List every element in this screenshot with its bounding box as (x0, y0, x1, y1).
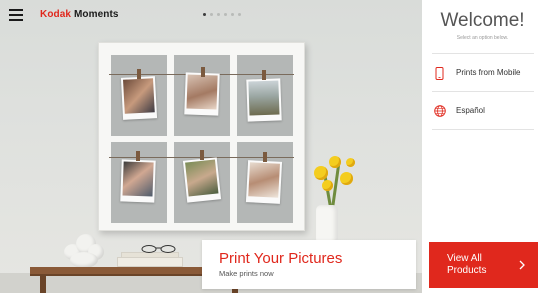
carousel-dot[interactable] (231, 13, 234, 16)
chevron-right-icon (519, 260, 525, 270)
print-card-title: Print Your Pictures (219, 250, 343, 267)
divider (432, 129, 534, 130)
glasses-decoration (141, 245, 176, 253)
flower-decoration (296, 150, 366, 212)
photo-frame-image (98, 42, 305, 231)
espanol-option[interactable]: Español (432, 92, 534, 130)
logo-brand: Kodak (40, 9, 72, 20)
view-all-products-label: View All Products (447, 253, 487, 276)
kodak-moments-logo[interactable]: Kodak Moments (40, 9, 119, 20)
hamburger-menu-icon[interactable] (9, 9, 23, 21)
coral-decoration (58, 226, 108, 268)
view-all-products-button[interactable]: View All Products (429, 242, 538, 288)
logo-product: Moments (73, 9, 119, 20)
carousel-dots (203, 13, 241, 17)
book-decoration (117, 257, 183, 267)
welcome-subtitle: Select an option below. (456, 35, 509, 41)
espanol-label: Español (456, 106, 485, 115)
hero-banner: Kodak Moments Print Your Pictures Make p… (0, 0, 422, 293)
carousel-dot[interactable] (203, 13, 206, 16)
top-bar: Kodak Moments (0, 0, 422, 30)
carousel-dot[interactable] (238, 13, 241, 16)
print-card-subtitle: Make prints now (219, 269, 274, 278)
welcome-title: Welcome! (440, 10, 525, 31)
carousel-dot[interactable] (217, 13, 220, 16)
prints-from-mobile-option[interactable]: Prints from Mobile (432, 54, 534, 92)
carousel-dot[interactable] (224, 13, 227, 16)
print-your-pictures-card[interactable]: Print Your Pictures Make prints now (202, 240, 416, 289)
prints-from-mobile-label: Prints from Mobile (456, 68, 521, 77)
globe-icon (434, 105, 446, 117)
mobile-phone-icon (435, 67, 444, 80)
carousel-dot[interactable] (210, 13, 213, 16)
